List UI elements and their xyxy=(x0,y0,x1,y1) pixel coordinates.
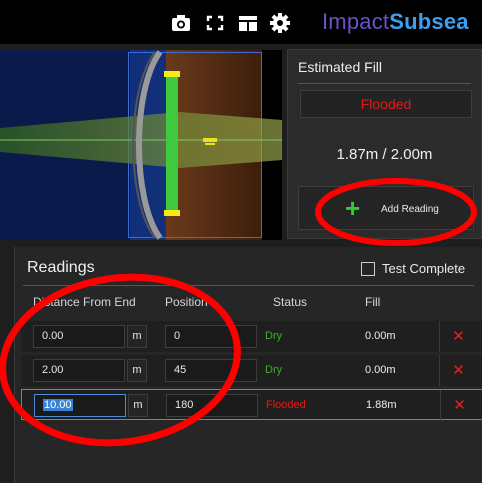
pipe-fill-visualization xyxy=(0,50,282,240)
estimated-fill-panel: Estimated Fill Flooded 1.87m / 2.00m + A… xyxy=(287,49,482,239)
layout-icon[interactable] xyxy=(238,14,258,32)
delete-icon[interactable]: ✕ xyxy=(439,321,477,352)
divider xyxy=(23,285,474,286)
distance-unit: m xyxy=(127,359,147,382)
column-header-distance: Distance From End xyxy=(33,295,136,309)
fill-status-badge: Flooded xyxy=(300,90,472,118)
status-text: Dry xyxy=(265,364,283,376)
add-reading-label: Add Reading xyxy=(381,204,439,215)
test-complete-label: Test Complete xyxy=(382,261,466,276)
table-row: 10.00 m 180 Flooded 1.88m ✕ xyxy=(21,389,482,421)
fill-text: 0.00m xyxy=(365,330,396,342)
gear-icon[interactable] xyxy=(270,13,290,33)
status-text: Flooded xyxy=(266,399,306,411)
add-reading-button[interactable]: + Add Reading xyxy=(298,186,474,230)
delete-icon[interactable]: ✕ xyxy=(439,355,477,386)
column-header-status: Status xyxy=(273,295,308,309)
column-header-position: Position xyxy=(165,295,208,309)
fill-value: 1.87m / 2.00m xyxy=(336,146,433,163)
top-toolbar: ImpactSubsea xyxy=(0,0,482,44)
distance-unit: m xyxy=(128,394,148,417)
position-input[interactable]: 45 xyxy=(165,359,257,382)
column-header-fill: Fill xyxy=(365,295,381,309)
distance-input[interactable]: 0.00 xyxy=(33,325,125,348)
readings-panel: Readings Test Complete Distance From End… xyxy=(14,247,482,483)
fill-text: 1.88m xyxy=(366,399,397,411)
divider xyxy=(298,83,471,84)
checkbox-icon[interactable] xyxy=(361,262,375,276)
distance-input[interactable]: 10.00 xyxy=(34,394,126,417)
position-input[interactable]: 180 xyxy=(166,394,258,417)
table-row: 0.00 m 0 Dry 0.00m ✕ xyxy=(21,321,482,352)
position-input[interactable]: 0 xyxy=(165,325,257,348)
fill-text: 0.00m xyxy=(365,364,396,376)
distance-input[interactable]: 2.00 xyxy=(33,359,125,382)
readings-title: Readings xyxy=(27,259,95,276)
status-text: Dry xyxy=(265,330,283,342)
camera-icon[interactable] xyxy=(171,14,191,32)
table-row: 2.00 m 45 Dry 0.00m ✕ xyxy=(21,355,482,386)
plus-icon: + xyxy=(345,193,361,223)
selected-text: 10.00 xyxy=(43,399,73,411)
fullscreen-icon[interactable] xyxy=(205,14,225,32)
impact-subsea-logo: ImpactSubsea xyxy=(322,9,469,34)
distance-unit: m xyxy=(127,325,147,348)
estimated-fill-title: Estimated Fill xyxy=(298,59,383,75)
delete-icon[interactable]: ✕ xyxy=(440,390,478,421)
